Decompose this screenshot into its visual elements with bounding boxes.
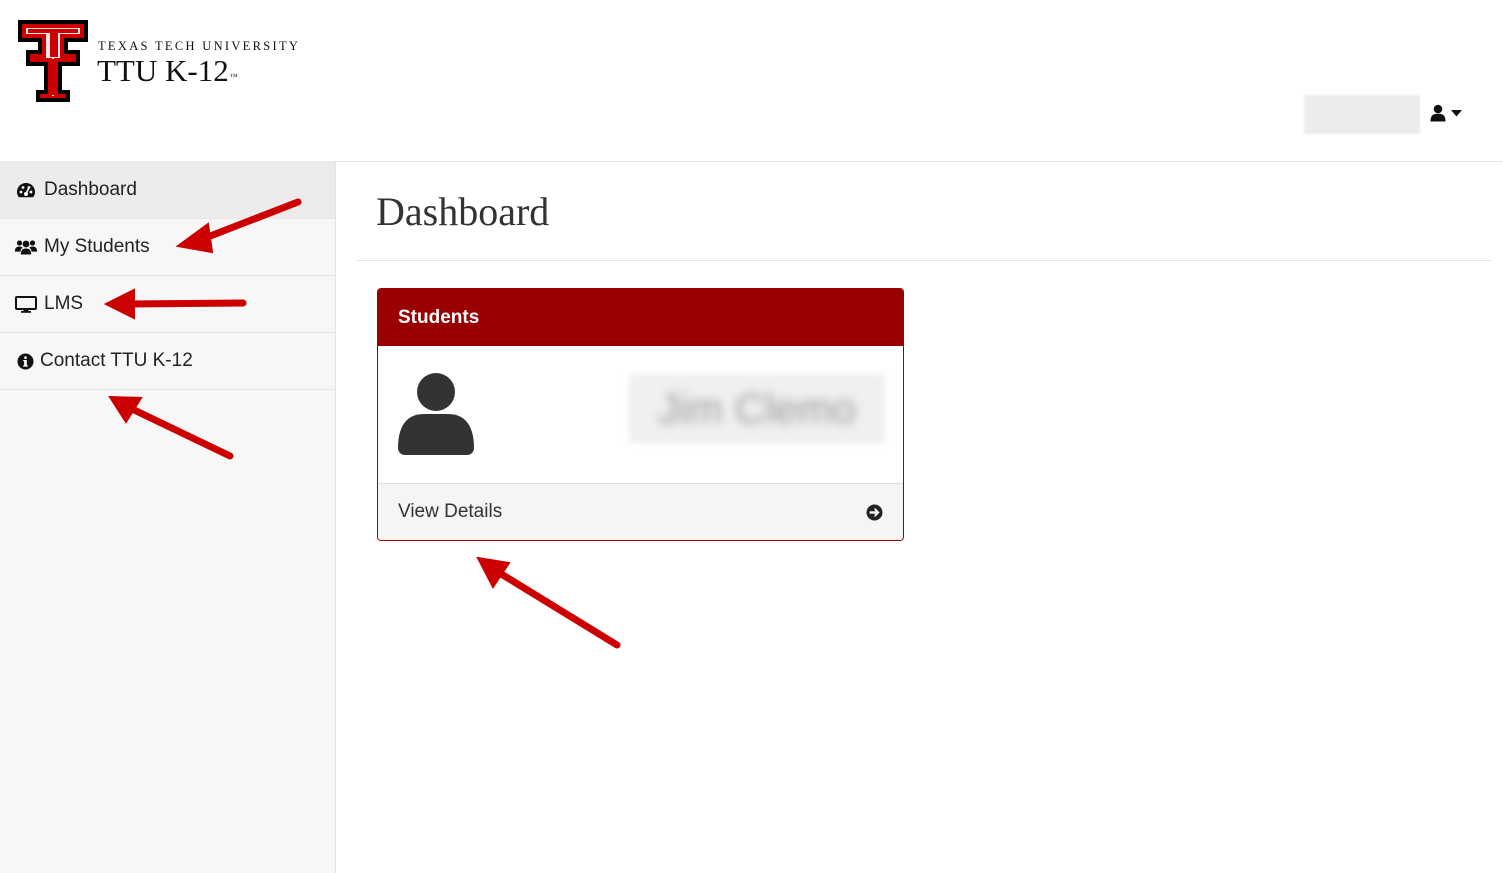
monitor-icon — [15, 295, 37, 313]
view-details-link[interactable]: View Details — [378, 484, 903, 540]
sidebar-item-dashboard[interactable]: Dashboard — [0, 162, 335, 219]
site-header: TEXAS TECH UNIVERSITY TTU K-12™ — [0, 0, 1503, 162]
student-name: Jim Clemo — [657, 384, 857, 432]
dashboard-icon — [15, 182, 37, 198]
caret-down-icon — [1451, 109, 1462, 117]
arrow-head-students-card — [476, 556, 511, 589]
product-name[interactable]: TTU K-12™ — [97, 53, 238, 89]
students-card: Students Jim Clemo View Details — [377, 288, 904, 541]
sidebar-item-label: Contact TTU K-12 — [40, 350, 193, 371]
students-card-header: Students — [378, 289, 903, 346]
user-avatar-icon — [398, 372, 474, 461]
university-name: TEXAS TECH UNIVERSITY — [98, 39, 301, 53]
arrow-to-students-card — [494, 568, 621, 649]
sidebar-nav: Dashboard My Students LMS Contact TTU K-… — [0, 162, 336, 873]
users-icon — [15, 239, 37, 255]
user-icon — [1430, 104, 1446, 122]
arrow-circle-right-icon — [866, 504, 883, 521]
user-name-blurred — [1304, 95, 1420, 134]
trademark-mark: ™ — [229, 72, 238, 81]
sidebar-item-contact[interactable]: Contact TTU K-12 — [0, 333, 335, 390]
sidebar-item-lms[interactable]: LMS — [0, 276, 335, 333]
user-menu-dropdown[interactable] — [1430, 100, 1470, 126]
students-card-body: Jim Clemo — [378, 346, 903, 484]
sidebar-item-my-students[interactable]: My Students — [0, 219, 335, 276]
sidebar-item-label: My Students — [44, 236, 150, 257]
view-details-label: View Details — [398, 501, 503, 522]
info-icon — [14, 353, 36, 370]
students-card-title: Students — [398, 306, 480, 328]
student-name-blurred: Jim Clemo — [629, 374, 885, 443]
double-t-logo-icon[interactable] — [18, 20, 88, 102]
page-title: Dashboard — [376, 189, 550, 234]
product-name-text: TTU K-12 — [97, 53, 229, 88]
title-divider — [356, 260, 1492, 261]
sidebar-item-label: LMS — [44, 293, 84, 314]
sidebar-item-label: Dashboard — [44, 179, 137, 200]
